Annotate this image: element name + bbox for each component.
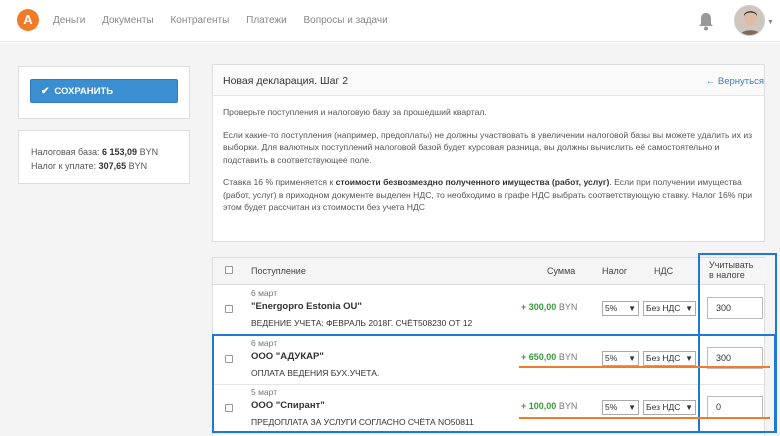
tax-rate-select[interactable]: 5% ▼ <box>602 301 639 316</box>
header-amount: Сумма <box>547 266 576 276</box>
tax-base-line: Налоговая база: 6 153,09 BYN <box>31 145 189 159</box>
nav-item-documents[interactable]: Документы <box>102 15 154 26</box>
nav-item-payments[interactable]: Платежи <box>246 15 287 26</box>
tax-base-currency: BYN <box>139 147 159 157</box>
row-checkbox[interactable] <box>225 305 233 313</box>
nav-item-money[interactable]: Деньги <box>53 15 85 26</box>
rate-text-part: Ставка 16 % применяется к <box>223 177 336 187</box>
nav-item-questions[interactable]: Вопросы и задачи <box>303 15 387 26</box>
header-tax: Налог <box>602 266 628 276</box>
row-description: ВЕДЕНИЕ УЧЕТА: ФЕВРАЛЬ 2018Г. СЧЁТ508230… <box>251 318 473 328</box>
rate-text-emphasis: стоимости безвозмездно полученного имуще… <box>335 177 610 187</box>
tax-rate-value: 5% <box>605 303 618 313</box>
tax-summary: Налоговая база: 6 153,09 BYN Налог к упл… <box>18 130 190 184</box>
avatar[interactable] <box>734 5 765 36</box>
tax-base-value: 6 153,09 <box>102 147 138 157</box>
select-all-checkbox[interactable] <box>225 266 233 274</box>
back-link[interactable]: ← Вернуться <box>706 76 764 87</box>
underline-annotation <box>519 366 770 368</box>
chevron-down-icon: ▼ <box>628 304 636 313</box>
nav-item-counterparties[interactable]: Контрагенты <box>170 15 229 26</box>
instruction-text: Проверьте поступления и налоговую базу з… <box>223 107 487 117</box>
row-amount-value: + 300,00 <box>521 302 557 312</box>
panel-body: Проверьте поступления и налоговую базу з… <box>213 96 764 214</box>
save-button-label: СОХРАНИТЬ <box>54 86 114 97</box>
row-date: 6 март <box>251 288 278 298</box>
table-row: 6 март "Energopro Estonia OU" ВЕДЕНИЕ УЧ… <box>213 286 766 335</box>
row-counterparty: "Energopro Estonia OU" <box>251 301 362 312</box>
header-income: Поступление <box>251 266 306 276</box>
tax-due-line: Налог к уплате: 307,65 BYN <box>31 159 189 173</box>
info-panel: Новая декларация. Шаг 2 ← Вернуться Пров… <box>212 64 765 242</box>
panel-header: Новая декларация. Шаг 2 ← Вернуться <box>213 65 764 96</box>
tax-base-label: Налоговая база: <box>31 147 100 157</box>
header-vat: НДС <box>654 266 674 276</box>
underline-annotation <box>519 417 770 419</box>
bell-icon[interactable] <box>697 11 715 31</box>
instruction-text: Если какие-то поступления (например, пре… <box>223 129 753 165</box>
chevron-down-icon: ▼ <box>685 304 693 313</box>
row-amount: + 300,00 BYN <box>521 302 577 312</box>
check-icon: ✔ <box>41 86 50 97</box>
tax-due-value: 307,65 <box>98 161 127 171</box>
tax-due-currency: BYN <box>128 161 148 171</box>
tax-due-label: Налог к уплате: <box>31 161 97 171</box>
logo[interactable]: A <box>17 9 39 31</box>
save-button[interactable]: ✔ СОХРАНИТЬ <box>30 79 178 103</box>
main-nav: Деньги Документы Контрагенты Платежи Воп… <box>53 15 402 26</box>
rate-text: Ставка 16 % применяется к стоимости безв… <box>223 176 754 214</box>
row-amount-currency: BYN <box>558 302 578 312</box>
vat-value: Без НДС <box>646 303 681 313</box>
page-title: Новая декларация. Шаг 2 <box>223 75 349 87</box>
chevron-down-icon[interactable]: ▼ <box>767 19 774 26</box>
top-bar: A Деньги Документы Контрагенты Платежи В… <box>0 0 780 42</box>
vat-select[interactable]: Без НДС ▼ <box>643 301 696 316</box>
table-header: Поступление Сумма Налог НДС Учитывать в … <box>213 258 766 285</box>
